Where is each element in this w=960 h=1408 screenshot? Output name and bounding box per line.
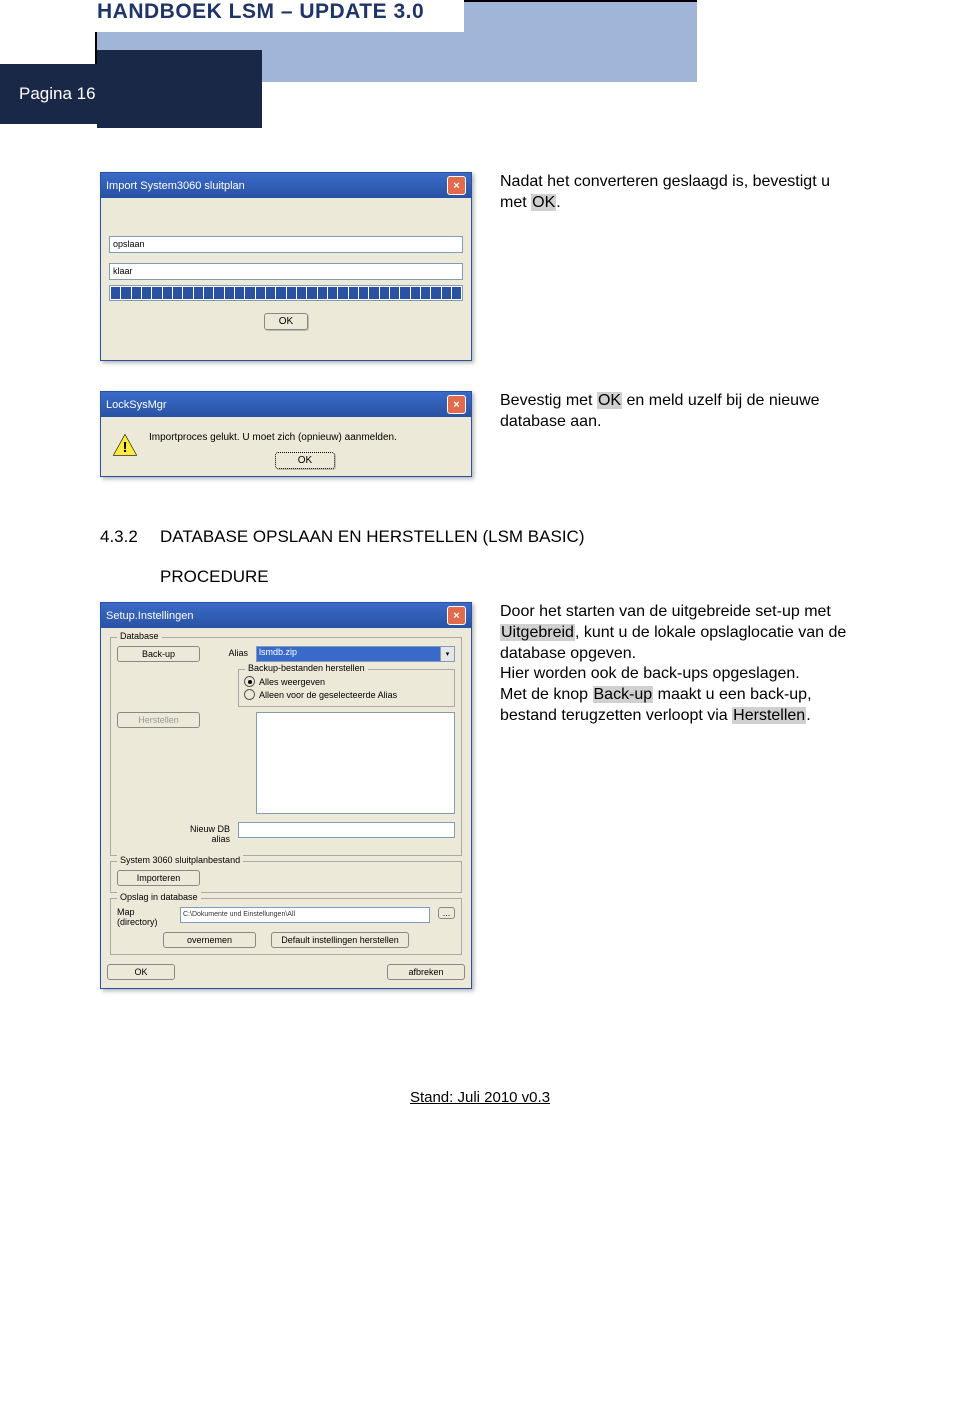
text-block-2: Bevestig met OK en meld uzelf bij de nie… (500, 391, 860, 477)
alias-input[interactable]: lsmdb.zip (256, 646, 441, 662)
directory-label: Map (directory) (117, 907, 172, 927)
import-ok-button[interactable]: OK (264, 313, 308, 330)
close-icon[interactable]: × (447, 395, 466, 414)
new-alias-label: Nieuw DB alias (190, 822, 230, 844)
backup-button[interactable]: Back-up (117, 646, 200, 662)
group-system3060: System 3060 sluitplanbestand (117, 855, 243, 865)
group-backup-restore: Backup-bestanden herstellen (245, 663, 368, 673)
dialog-import-title: Import System3060 sluitplan (106, 180, 245, 192)
alias-label: Alias (208, 646, 248, 658)
default-settings-button[interactable]: Default instellingen herstellen (271, 932, 409, 948)
dialog-setup: Setup.Instellingen × Database Back-up Al… (100, 602, 472, 989)
group-storage: Opslag in database (117, 892, 201, 902)
overname-button[interactable]: overnemen (163, 932, 256, 948)
directory-input[interactable]: C:\Dokumente und Einstellungen\All Users… (180, 907, 430, 923)
svg-text:!: ! (122, 439, 127, 456)
dialog-setup-title: Setup.Instellingen (106, 610, 193, 622)
import-field2: klaar (109, 263, 463, 280)
radio-selected-alias[interactable]: Alleen voor de geselecteerde Alias (244, 689, 449, 700)
radio-all[interactable]: Alles weergeven (244, 676, 449, 687)
page-number: Pagina 16 (19, 84, 96, 103)
footer: Stand: Juli 2010 v0.3 (100, 1089, 860, 1106)
import-field1: opslaan (109, 236, 463, 253)
dialog-import: Import System3060 sluitplan × opslaan kl… (100, 172, 472, 361)
group-database: Database (117, 631, 162, 641)
import-button[interactable]: Importeren (117, 870, 200, 886)
backup-listbox[interactable] (256, 712, 455, 814)
text-block-3: Door het starten van de uitgebreide set-… (500, 602, 860, 989)
section-number: 4.3.2 (100, 527, 160, 547)
setup-cancel-button[interactable]: afbreken (387, 964, 465, 980)
close-icon[interactable]: × (447, 176, 466, 195)
dialog-locksysmgr: LockSysMgr × ! Importproces gelukt. U mo… (100, 391, 472, 477)
setup-ok-button[interactable]: OK (107, 964, 175, 980)
text-block-1: Nadat het converteren geslaagd is, beves… (500, 172, 860, 361)
chevron-down-icon[interactable]: ▾ (441, 646, 455, 662)
section-title: DATABASE OPSLAAN EN HERSTELLEN (LSM BASI… (160, 527, 585, 547)
browse-button[interactable]: ... (438, 907, 455, 919)
close-icon[interactable]: × (447, 606, 466, 625)
restore-button[interactable]: Herstellen (117, 712, 200, 728)
dialog-message: Importproces gelukt. U moet zich (opnieu… (149, 432, 461, 443)
dialog-locksysmgr-title: LockSysMgr (106, 399, 167, 411)
warning-icon: ! (111, 432, 139, 460)
progress-bar (109, 285, 463, 301)
new-alias-input[interactable] (238, 822, 455, 838)
section-subtitle: PROCEDURE (160, 567, 860, 587)
locksysmgr-ok-button[interactable]: OK (275, 452, 335, 469)
document-title: HANDBOEK LSM – UPDATE 3.0 (97, 0, 424, 23)
